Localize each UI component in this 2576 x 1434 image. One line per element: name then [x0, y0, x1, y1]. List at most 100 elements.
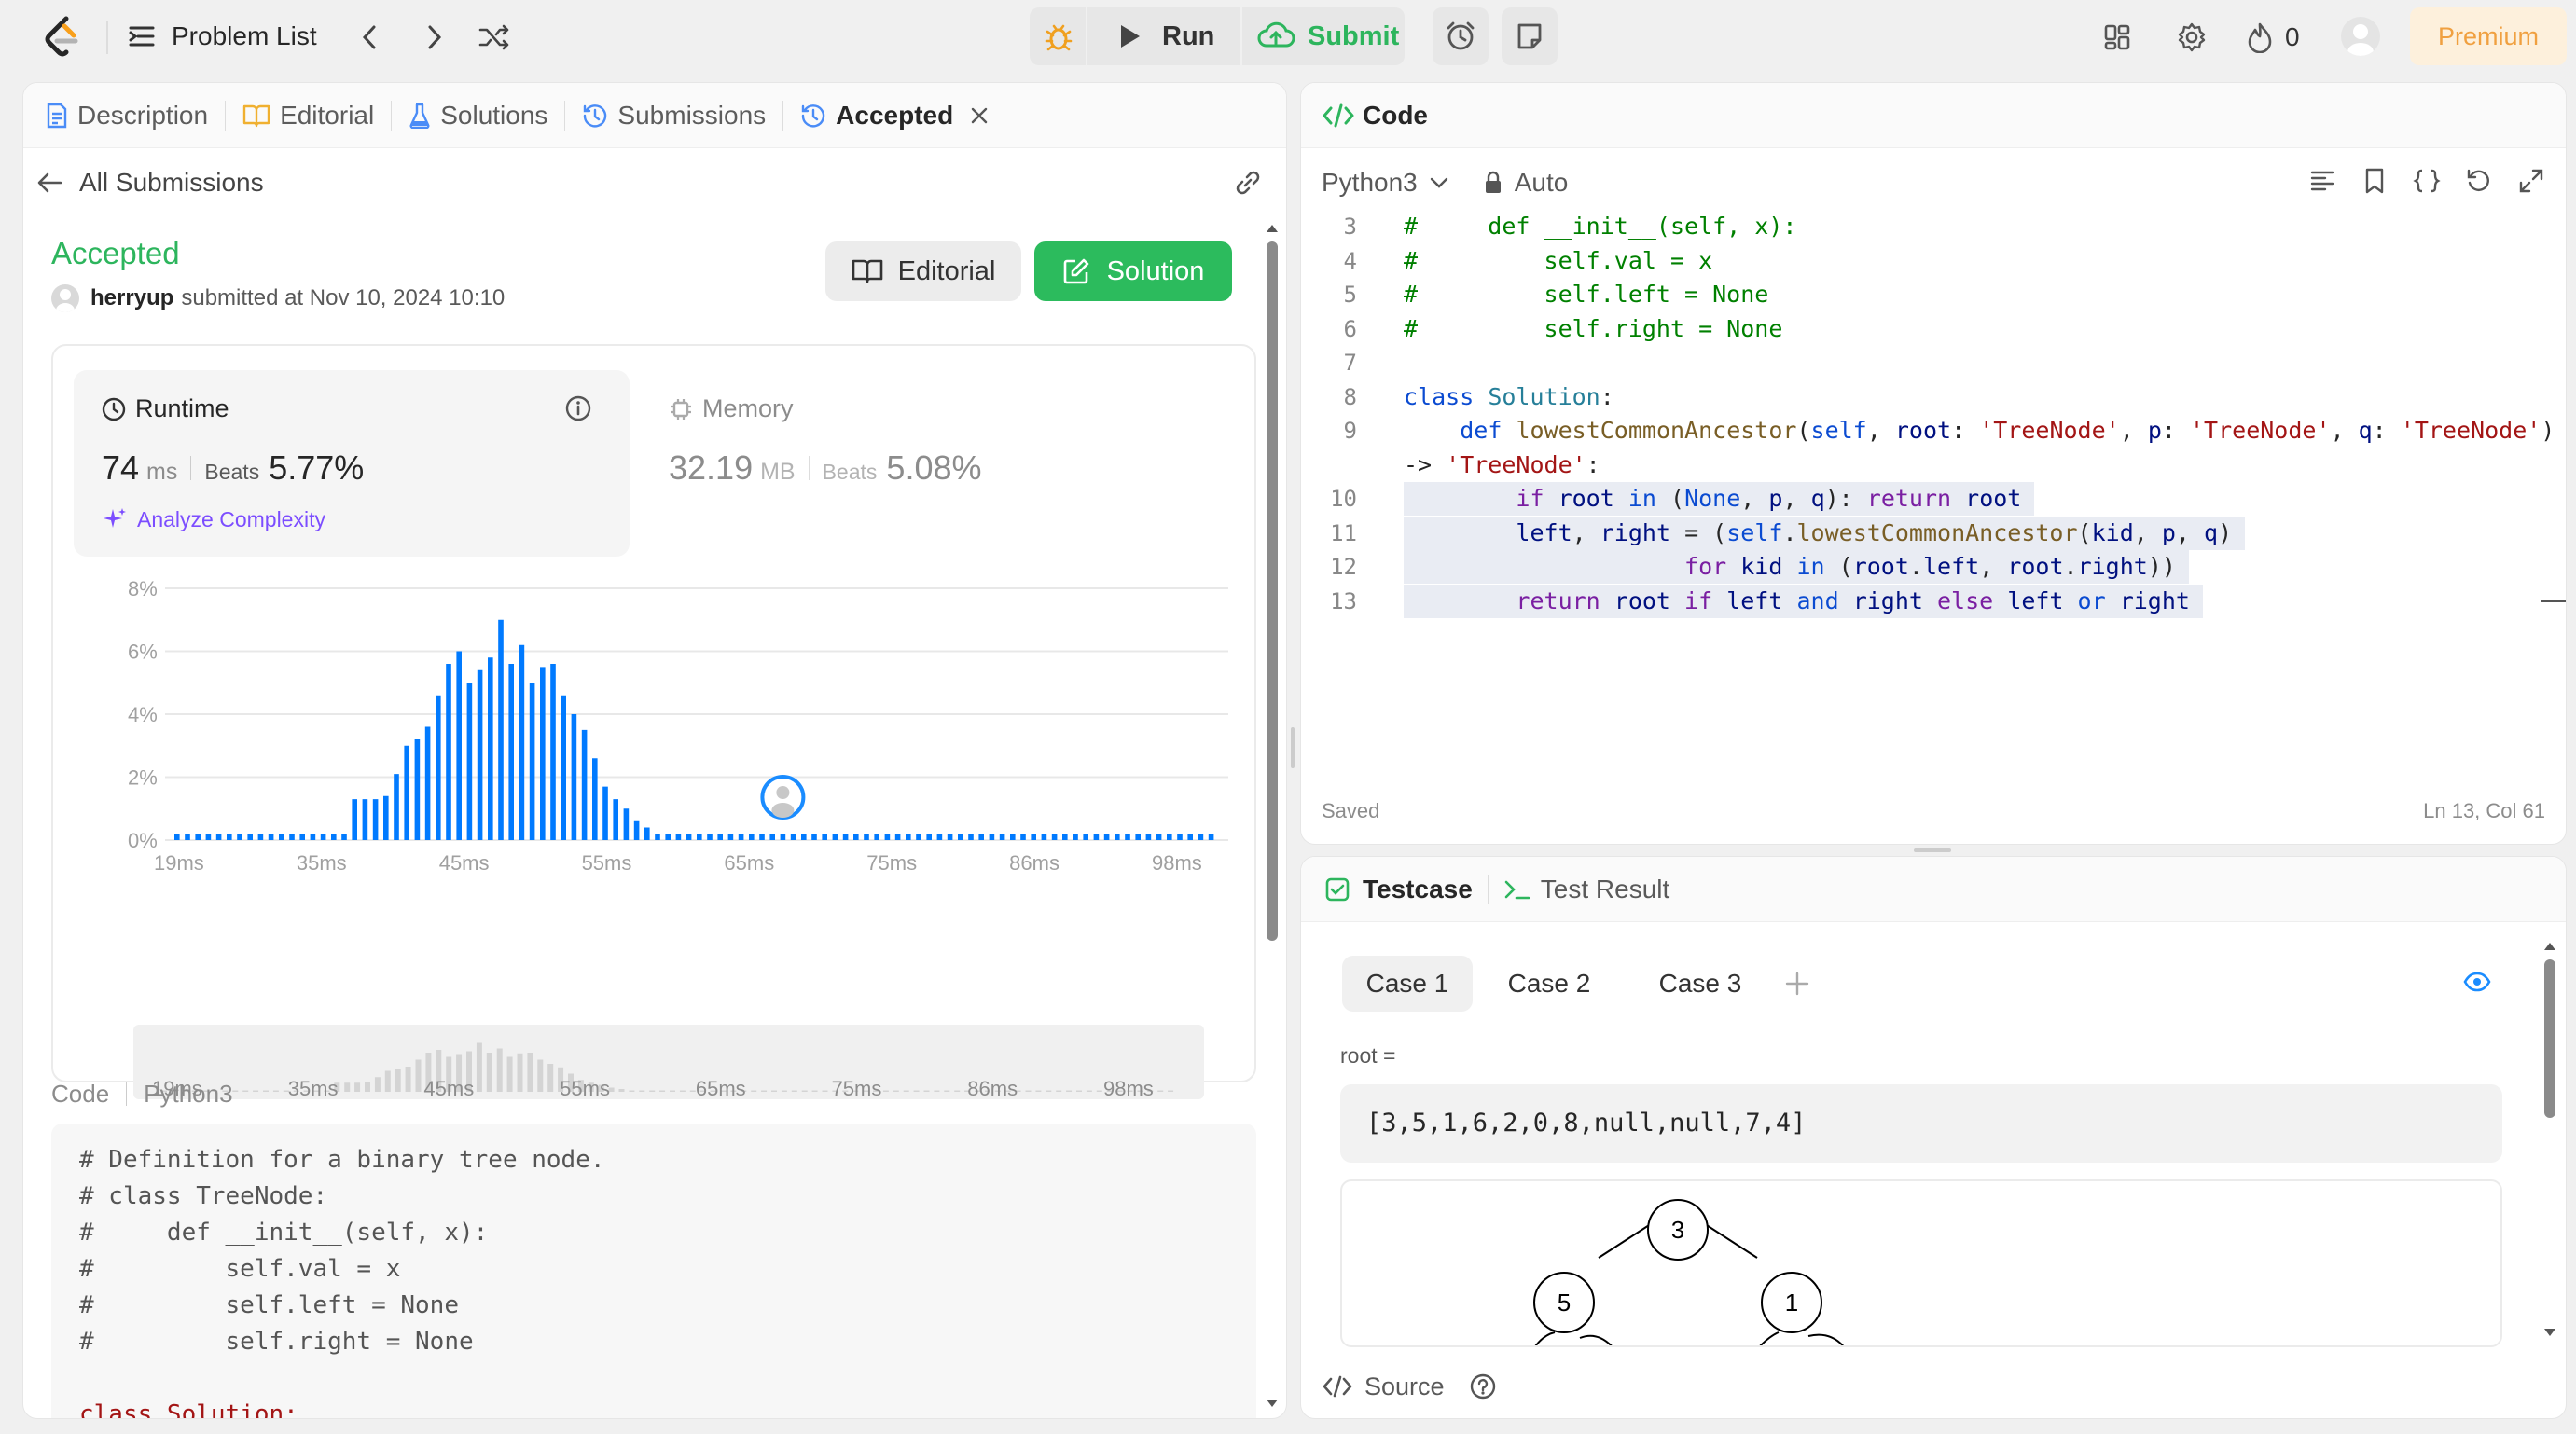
code-editor[interactable]: 3 # def __init__(self, x): 4 # self.val = x… [1301, 210, 2566, 713]
runtime-bar[interactable] [1115, 834, 1120, 840]
user-avatar[interactable] [51, 284, 79, 312]
runtime-bar[interactable] [1103, 834, 1110, 840]
runtime-bar[interactable] [874, 834, 879, 840]
runtime-bar[interactable] [289, 834, 295, 840]
debug-button[interactable] [1030, 7, 1086, 65]
runtime-bar[interactable] [466, 683, 473, 840]
runtime-bar[interactable] [602, 786, 608, 840]
runtime-bar[interactable] [832, 834, 838, 840]
runtime-bar[interactable] [498, 619, 504, 840]
runtime-bar[interactable] [968, 834, 974, 840]
runtime-bar[interactable] [279, 834, 284, 840]
runtime-bar[interactable] [320, 834, 326, 840]
eye-icon[interactable] [2463, 971, 2491, 993]
language-select[interactable]: Python3 [1322, 168, 1418, 198]
runtime-bar[interactable] [561, 695, 566, 840]
editor-line[interactable]: 3 # def __init__(self, x): [1301, 210, 2566, 243]
runtime-bar[interactable] [749, 834, 755, 840]
avatar[interactable] [2341, 17, 2380, 56]
runtime-bar[interactable] [978, 834, 984, 840]
case-2-tab[interactable]: Case 2 [1484, 956, 1614, 1012]
editor-line[interactable]: 13 return root if left and right else le… [1301, 584, 2566, 618]
runtime-bar[interactable] [352, 799, 357, 840]
next-problem-button[interactable] [416, 19, 453, 56]
runtime-bar[interactable] [540, 667, 546, 840]
editor-line[interactable]: 8 class Solution: [1301, 380, 2566, 414]
timer-button[interactable] [1433, 7, 1489, 65]
runtime-bar[interactable] [613, 799, 618, 840]
close-icon[interactable] [970, 106, 989, 125]
runtime-bar[interactable] [864, 834, 869, 840]
runtime-bar[interactable] [675, 834, 682, 840]
runtime-bar[interactable] [1073, 834, 1078, 840]
runtime-bar[interactable] [195, 834, 201, 840]
memory-box[interactable]: Memory 32.19 MB Beats 5.08% [669, 370, 1191, 557]
runtime-bar[interactable] [456, 651, 462, 841]
runtime-bar[interactable] [310, 834, 316, 840]
runtime-bar[interactable] [372, 799, 379, 840]
maximize-icon[interactable] [2517, 167, 2545, 195]
testcase-scrollbar[interactable] [2541, 939, 2558, 1340]
editor-line[interactable]: 9 def lowestCommonAncestor(self, root: '… [1301, 414, 2566, 448]
info-icon[interactable] [564, 394, 592, 422]
submit-button[interactable]: Submit [1242, 7, 1405, 65]
problem-list-button[interactable]: Problem List [127, 17, 317, 56]
runtime-bar[interactable] [529, 683, 535, 840]
runtime-distribution-chart[interactable]: 8% 6% 4% 2% 0%19ms 35ms 45ms 55ms 65ms 75ms 86ms 98… [53, 570, 1256, 943]
runtime-bar[interactable] [1177, 834, 1183, 840]
root-input[interactable]: [3,5,1,6,2,0,8,null,null,7,4] [1340, 1084, 2502, 1163]
editor-line[interactable]: 11 left, right = (self.lowestCommonAnces… [1301, 516, 2566, 550]
editor-line[interactable]: 10 if root in (None, p, q): return root [1301, 482, 2566, 516]
runtime-bar[interactable] [769, 834, 775, 840]
runtime-bar[interactable] [205, 834, 212, 840]
share-link-button[interactable] [1232, 167, 1264, 199]
runtime-bar[interactable] [623, 808, 630, 840]
runtime-bar[interactable] [185, 834, 190, 840]
runtime-bar[interactable] [707, 834, 713, 840]
runtime-bar[interactable] [717, 834, 723, 840]
runtime-bar[interactable] [947, 834, 953, 840]
runtime-bar[interactable] [916, 834, 921, 840]
tab-editorial[interactable]: Editorial [229, 83, 387, 148]
runtime-bar[interactable] [227, 834, 232, 840]
analyze-complexity-link[interactable]: Analyze Complexity [102, 506, 325, 532]
runtime-bar[interactable] [936, 834, 943, 840]
username[interactable]: herryup [90, 285, 173, 311]
tab-testcase[interactable]: Testcase [1325, 875, 1473, 904]
runtime-bar[interactable] [550, 664, 556, 840]
runtime-bar[interactable] [906, 834, 911, 840]
case-1-tab[interactable]: Case 1 [1342, 956, 1473, 1012]
runtime-bar[interactable] [1093, 834, 1100, 840]
runtime-bar[interactable] [1125, 834, 1130, 840]
tab-solutions[interactable]: Solutions [395, 83, 561, 148]
runtime-bar[interactable] [404, 745, 409, 840]
layout-button[interactable] [2098, 19, 2136, 56]
runtime-bar[interactable] [581, 729, 588, 840]
editor-line[interactable]: -> 'TreeNode': [1301, 448, 2566, 482]
editor-line[interactable]: 4 # self.val = x [1301, 244, 2566, 278]
runtime-bar[interactable] [822, 834, 827, 840]
tab-test-result[interactable]: Test Result [1503, 875, 1669, 904]
runtime-bar[interactable] [759, 834, 765, 840]
runtime-bar[interactable] [174, 834, 180, 840]
editor-line[interactable]: 6 # self.right = None [1301, 312, 2566, 346]
runtime-bar[interactable] [811, 834, 817, 840]
runtime-bar[interactable] [655, 834, 660, 840]
runtime-bar[interactable] [801, 834, 807, 840]
runtime-bar[interactable] [727, 834, 734, 840]
horizontal-resize-handle[interactable] [1914, 848, 1951, 852]
runtime-bar[interactable] [215, 834, 222, 840]
vertical-resize-handle[interactable] [1291, 727, 1295, 768]
editor-title[interactable]: Code [1363, 101, 1428, 131]
runtime-bar[interactable] [1041, 834, 1047, 840]
runtime-bar[interactable] [477, 669, 483, 840]
settings-button[interactable] [2173, 19, 2210, 56]
runtime-bar[interactable] [1135, 834, 1141, 840]
runtime-bar[interactable] [383, 795, 389, 840]
runtime-bar[interactable] [1156, 834, 1162, 840]
runtime-bar[interactable] [414, 739, 421, 840]
runtime-bar[interactable] [1167, 834, 1172, 840]
runtime-bar[interactable] [633, 820, 640, 840]
editor-line[interactable]: 12 for kid in (root.left, root.right)) [1301, 550, 2566, 584]
runtime-bar[interactable] [1208, 834, 1214, 840]
